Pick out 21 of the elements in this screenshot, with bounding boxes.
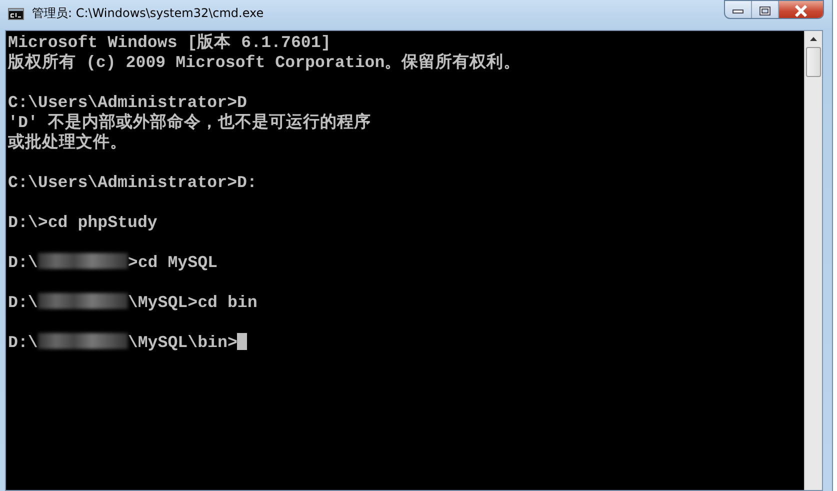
- console-line: C:\Users\Administrator>D: [8, 93, 247, 112]
- console-line: D:\>cd phpStudy: [8, 213, 158, 232]
- scrollbar[interactable]: [804, 31, 822, 490]
- console-line: Microsoft Windows [版本 6.1.7601]: [8, 33, 331, 52]
- window-title: 管理员: C:\Windows\system32\cmd.exe: [32, 5, 265, 22]
- console-text: D:\: [8, 293, 38, 312]
- maximize-icon: [759, 6, 771, 16]
- console-line: C:\Users\Administrator>D:: [8, 173, 257, 192]
- scroll-thumb[interactable]: [806, 47, 821, 77]
- console-text: D:\: [8, 253, 38, 272]
- console-line: 或批处理文件。: [8, 133, 127, 152]
- console-line: 'D' 不是内部或外部命令，也不是可运行的程序: [8, 113, 371, 132]
- console-text: D:\: [8, 333, 38, 352]
- close-icon: [794, 4, 808, 16]
- console-line: 版权所有 (c) 2009 Microsoft Corporation。保留所有权利。: [8, 53, 521, 72]
- minimize-icon: [732, 8, 744, 14]
- console-text: \MySQL>cd bin: [128, 293, 258, 312]
- console-icon: [8, 8, 24, 20]
- console-text: >cd MySQL: [128, 253, 218, 272]
- close-button[interactable]: [779, 1, 823, 18]
- console-text: \MySQL\bin>: [128, 333, 238, 352]
